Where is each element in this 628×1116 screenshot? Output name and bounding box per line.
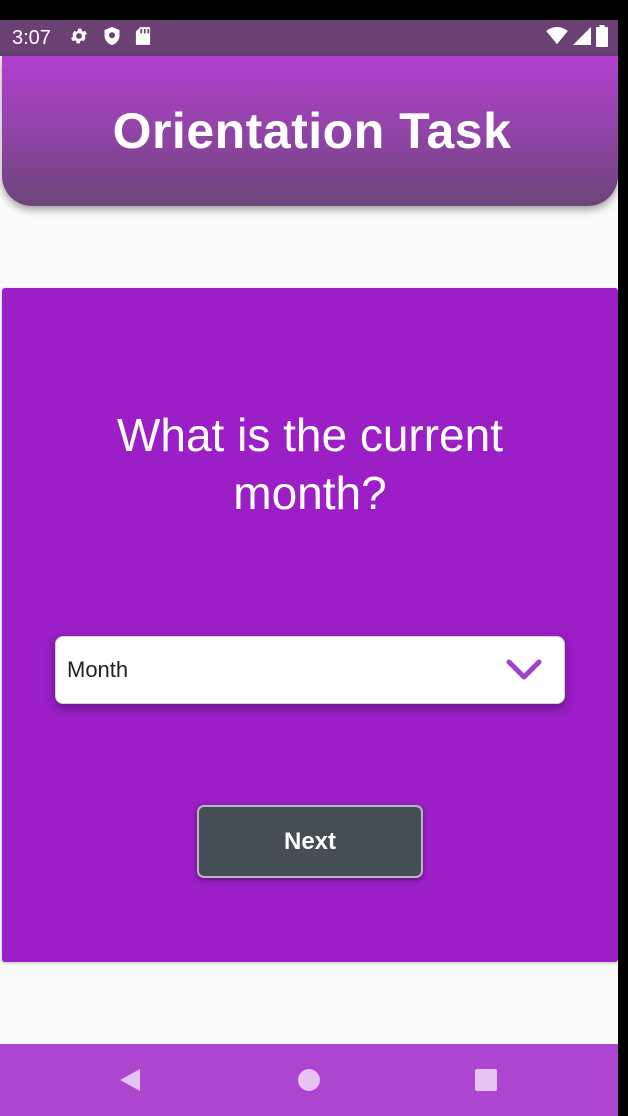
wifi-icon <box>546 26 568 50</box>
battery-icon <box>596 24 608 52</box>
status-bar: 3:07 <box>0 20 618 56</box>
month-dropdown-value: Month <box>67 657 129 682</box>
sd-card-icon <box>135 26 151 51</box>
shield-icon <box>103 26 121 51</box>
top-bezel <box>0 0 628 20</box>
month-dropdown[interactable]: Month <box>55 636 565 704</box>
status-time: 3:07 <box>12 26 51 49</box>
question-card: What is the current month? Month Next <box>2 288 618 962</box>
navigation-bar <box>0 1044 618 1116</box>
next-button[interactable]: Next <box>197 805 423 878</box>
app-header: Orientation Task <box>2 56 618 206</box>
gear-icon <box>69 26 89 51</box>
back-icon[interactable] <box>118 1068 142 1092</box>
home-icon[interactable] <box>297 1068 321 1092</box>
right-bezel <box>618 0 628 1116</box>
question-text: What is the current month? <box>116 409 504 519</box>
chevron-down-icon <box>506 659 542 681</box>
signal-icon <box>572 26 592 50</box>
page-title: Orientation Task <box>112 103 512 159</box>
recents-icon[interactable] <box>474 1068 498 1092</box>
app-screen: 3:07 Orientation Task What is the curren… <box>0 0 618 1116</box>
